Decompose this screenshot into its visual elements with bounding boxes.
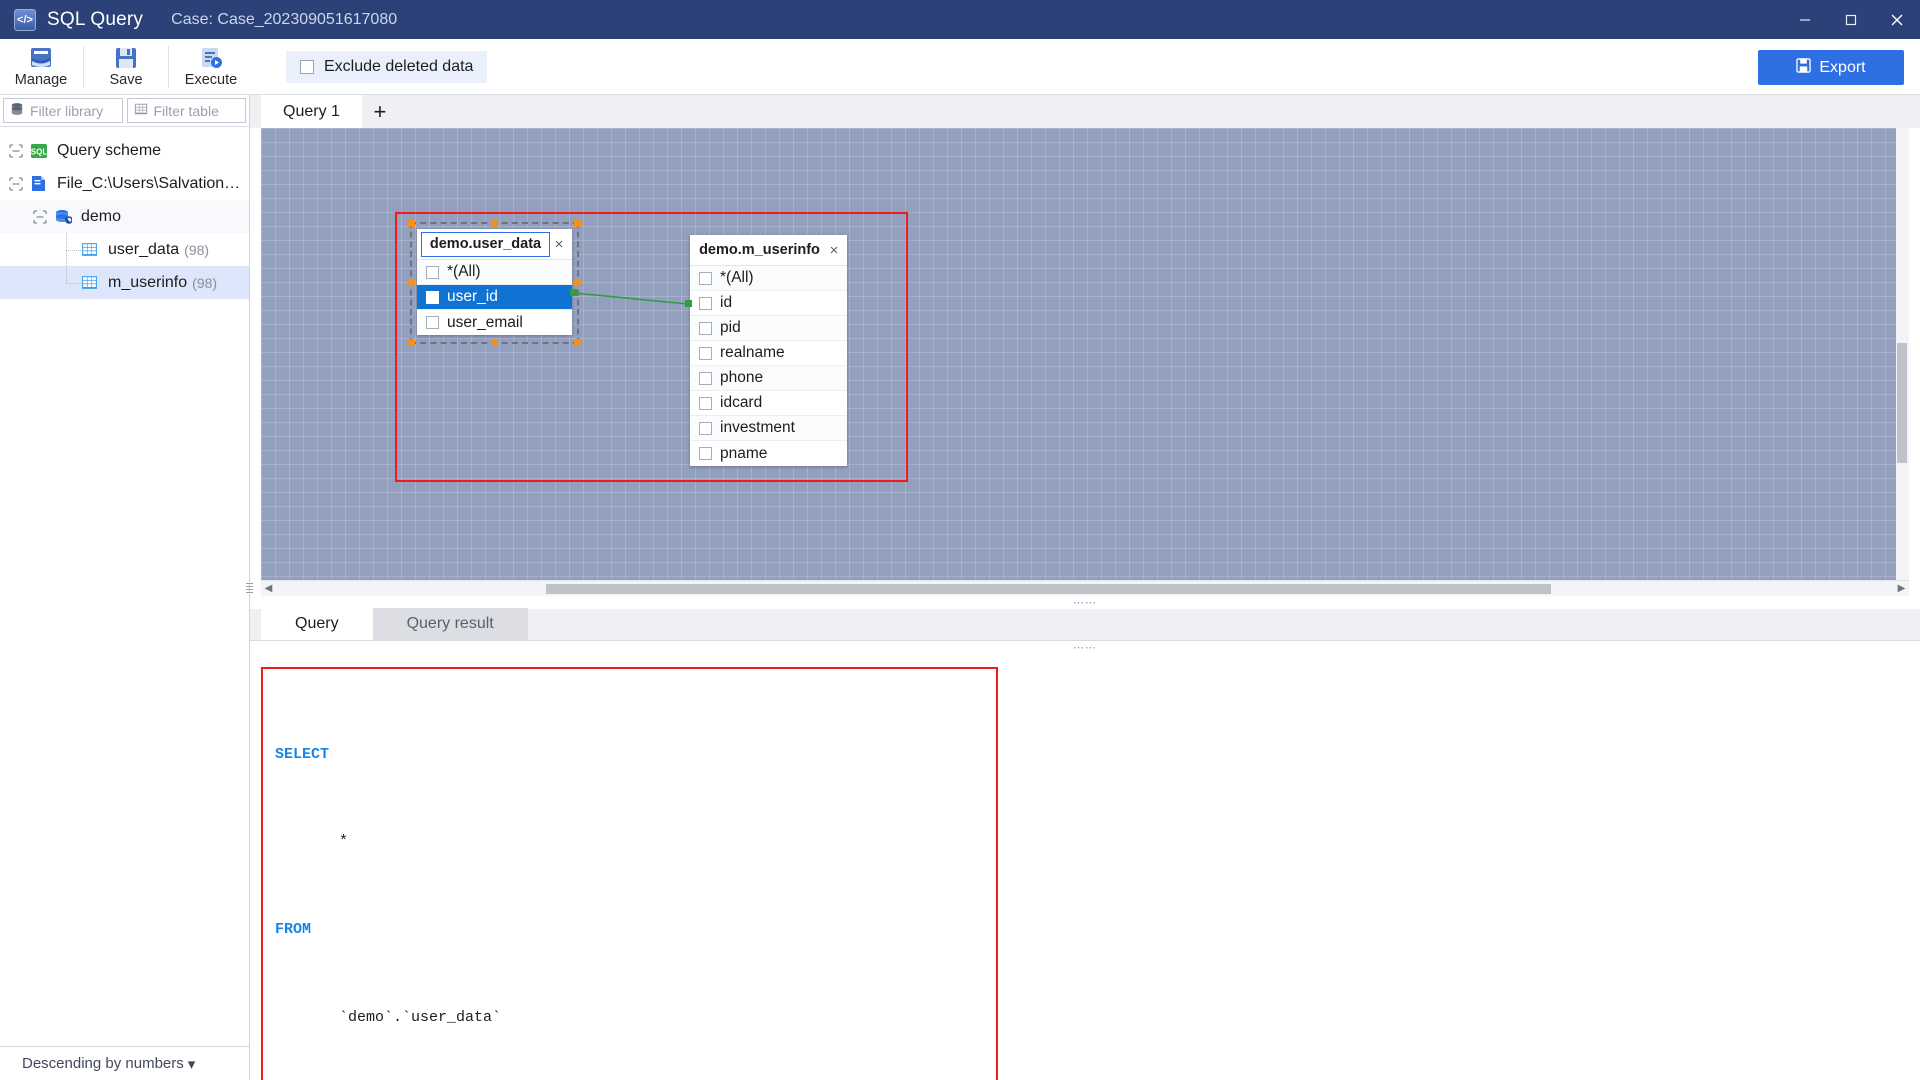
- tree-item-user-data[interactable]: user_data (98): [0, 233, 249, 266]
- title-bar: </> SQL Query Case: Case_202309051617080: [0, 0, 1920, 39]
- tree-guide-line: [66, 266, 67, 283]
- join-link: [570, 289, 692, 307]
- exclude-deleted-checkbox-box[interactable]: [300, 59, 314, 74]
- tab-query[interactable]: Query: [261, 608, 373, 640]
- maximize-button[interactable]: [1828, 0, 1874, 39]
- sidebar-splitter[interactable]: [246, 578, 253, 598]
- app-logo-icon: </>: [14, 8, 36, 31]
- filter-table-placeholder: Filter table: [153, 102, 219, 119]
- sql-scheme-icon: SQL: [30, 142, 50, 160]
- tree-item-count: (98): [192, 274, 218, 291]
- exclude-deleted-label: Exclude deleted data: [324, 57, 474, 75]
- diagram-canvas-wrapper: demo.user_data × *(All) user_id user_ema…: [250, 128, 1920, 596]
- tree-item-label: user_data: [108, 240, 180, 258]
- collapse-toggle-icon[interactable]: [8, 176, 24, 192]
- filter-table-input[interactable]: Filter table: [126, 98, 246, 123]
- execute-button[interactable]: Execute: [170, 39, 252, 95]
- case-label: Case: Case_202309051617080: [171, 10, 398, 28]
- tree-guide-tick: [66, 249, 81, 251]
- tree-item-label: demo: [81, 207, 122, 225]
- tree-item-demo[interactable]: demo: [0, 200, 249, 233]
- tree-item-count: (98): [184, 241, 210, 258]
- database-icon: [54, 208, 74, 226]
- manage-icon: [28, 45, 54, 70]
- database-tree: SQL Query scheme File_C:\Users\Salvation…: [0, 127, 249, 1046]
- tab-label: Query: [295, 615, 339, 632]
- table-icon: [81, 241, 101, 258]
- sql-editor[interactable]: SELECT * FROM `demo`.`user_data` INNER J…: [261, 667, 998, 1080]
- tree-item-query-scheme[interactable]: SQL Query scheme: [0, 134, 249, 167]
- scroll-left-arrow-icon[interactable]: ◀: [261, 583, 276, 594]
- export-label: Export: [1819, 58, 1866, 76]
- export-icon: [1796, 57, 1812, 78]
- sql-from-table: `demo`.`user_data`: [339, 1008, 502, 1026]
- app-logo-glyph: </>: [17, 13, 33, 26]
- toolbar-divider: [168, 45, 169, 88]
- diagram-canvas[interactable]: demo.user_data × *(All) user_id user_ema…: [261, 128, 1909, 580]
- sql-editor-area[interactable]: SELECT * FROM `demo`.`user_data` INNER J…: [250, 654, 1920, 1080]
- execute-label: Execute: [184, 72, 238, 88]
- close-button[interactable]: [1874, 0, 1920, 39]
- status-bar[interactable]: Descending by numbers ▾: [0, 1046, 249, 1080]
- app-title: SQL Query: [47, 8, 144, 30]
- tab-query-result[interactable]: Query result: [372, 608, 528, 640]
- tab-query-1[interactable]: Query 1: [261, 95, 362, 128]
- scroll-right-arrow-icon[interactable]: ▶: [1894, 583, 1909, 594]
- file-icon: [30, 175, 50, 192]
- sort-order-label: Descending by numbers: [22, 1055, 184, 1072]
- exclude-deleted-data-checkbox[interactable]: Exclude deleted data: [286, 50, 488, 83]
- sidebar: Filter library Filter table SQL Query sc…: [0, 95, 253, 1080]
- sql-select-list: *: [339, 833, 349, 851]
- minimize-button[interactable]: [1782, 0, 1828, 39]
- save-button[interactable]: Save: [85, 39, 167, 95]
- main-area: Filter library Filter table SQL Query sc…: [0, 95, 1920, 1080]
- database-icon: [10, 101, 24, 121]
- toolbar-divider: [83, 45, 84, 88]
- content-area: Query 1 + demo.user_data × *(All) user_i…: [250, 95, 1920, 1080]
- toolbar: Manage Save Execute Exclude deleted data…: [0, 39, 1920, 95]
- execute-icon: [199, 45, 224, 70]
- canvas-vertical-scrollbar[interactable]: [1896, 128, 1909, 580]
- tab-label: Query result: [406, 615, 494, 632]
- table-icon: [81, 274, 101, 291]
- save-icon: [114, 45, 138, 70]
- manage-label: Manage: [14, 72, 68, 88]
- filter-library-input[interactable]: Filter library: [3, 98, 123, 123]
- window-controls: [1782, 0, 1920, 39]
- tab-label: Query 1: [283, 102, 340, 120]
- sidebar-filters: Filter library Filter table: [0, 95, 249, 127]
- result-tab-strip: Query Query result: [250, 608, 1920, 641]
- tree-item-m-userinfo[interactable]: m_userinfo (98): [0, 266, 249, 299]
- query-tab-strip: Query 1 +: [250, 95, 1920, 128]
- collapse-toggle-icon[interactable]: [8, 143, 24, 159]
- tree-guide-tick: [66, 282, 81, 284]
- save-label: Save: [109, 72, 143, 88]
- tree-item-file[interactable]: File_C:\Users\SalvationDATA\De...: [0, 167, 249, 200]
- export-button[interactable]: Export: [1758, 50, 1904, 85]
- tree-item-label: m_userinfo: [108, 273, 188, 291]
- add-query-tab-button[interactable]: +: [362, 95, 398, 128]
- canvas-horizontal-scroll-thumb[interactable]: [546, 584, 1551, 594]
- chevron-down-icon[interactable]: ▾: [188, 1055, 196, 1073]
- collapse-toggle-icon[interactable]: [32, 209, 48, 225]
- sql-keyword-from: FROM: [275, 921, 312, 938]
- svg-text:SQL: SQL: [31, 147, 48, 156]
- tree-item-label: Query scheme: [57, 141, 162, 159]
- panel-splitter-bottom[interactable]: ⋯⋯: [250, 641, 1920, 654]
- tree-item-label: File_C:\Users\SalvationDATA\De...: [57, 174, 249, 192]
- filter-library-placeholder: Filter library: [30, 102, 104, 119]
- manage-button[interactable]: Manage: [0, 39, 82, 95]
- sql-keyword-select: SELECT: [275, 745, 330, 763]
- canvas-horizontal-scrollbar[interactable]: ◀ ▶: [261, 580, 1909, 596]
- table-icon: [134, 101, 148, 121]
- canvas-vertical-scroll-thumb[interactable]: [1897, 343, 1907, 463]
